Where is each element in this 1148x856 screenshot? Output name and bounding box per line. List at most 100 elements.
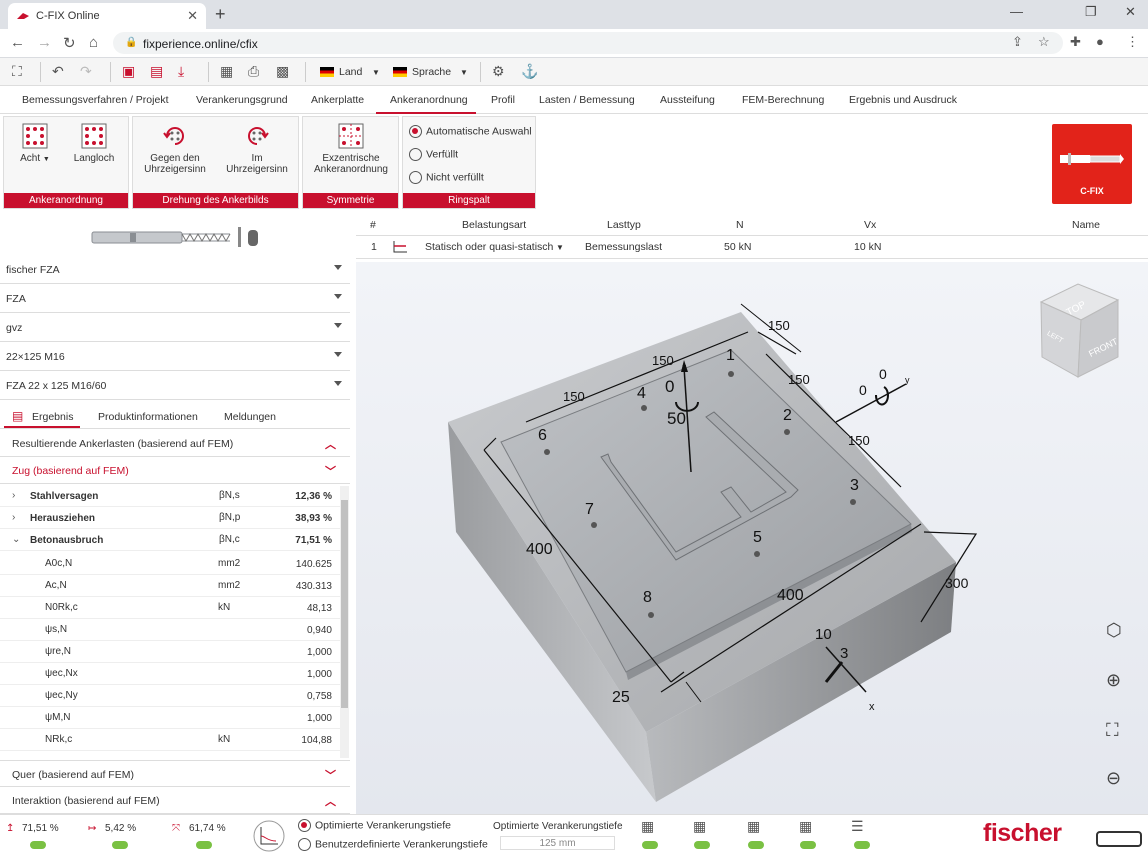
menu-bemessungsverfahren[interactable]: Bemessungsverfahren / Projekt <box>22 94 169 106</box>
dropdown-product-family[interactable]: fischer FZA <box>0 255 350 284</box>
detail-symbol: Ac,N <box>45 580 67 591</box>
result-beta: βN,s <box>219 490 240 501</box>
radio-automatische-auswahl[interactable]: Automatische Auswahl <box>409 125 532 138</box>
dropdown-value: FZA <box>6 293 26 305</box>
minimize-icon[interactable]: — <box>1010 4 1023 19</box>
results-scrollbar[interactable] <box>340 486 349 758</box>
fullscreen-icon[interactable]: ⛶ <box>12 63 22 80</box>
load-row-belastungsart[interactable]: Statisch oder quasi-statisch <box>425 241 553 253</box>
tab-produktinformationen[interactable]: Produktinformationen <box>98 411 198 423</box>
forward-icon[interactable]: → <box>37 34 52 51</box>
zoom-out-icon[interactable]: ⊖ <box>1106 768 1121 789</box>
download-icon[interactable]: ⤓ <box>178 63 184 80</box>
undo-icon[interactable]: ↶ <box>52 63 64 80</box>
close-window-icon[interactable]: ✕ <box>1125 4 1136 20</box>
menu-ergebnis-ausdruck[interactable]: Ergebnis und Ausdruck <box>849 94 957 106</box>
load-curve-icon[interactable] <box>252 819 286 853</box>
menu-aussteifung[interactable]: Aussteifung <box>660 94 715 106</box>
chevron-down-icon[interactable]: ▼ <box>556 243 564 252</box>
rotate-clockwise-icon <box>248 127 269 145</box>
restore-icon[interactable]: ❐ <box>1085 4 1097 20</box>
scrollbar-thumb[interactable] <box>341 500 348 708</box>
menu-ankerplatte[interactable]: Ankerplatte <box>311 94 364 106</box>
section-interaktion[interactable]: Interaktion (basierend auf FEM) ︿ <box>0 787 350 814</box>
dropdown-size[interactable]: 22×125 M16 <box>0 342 350 371</box>
active-menu-indicator <box>376 112 476 114</box>
navigation-cube[interactable]: TOP FRONT LEFT <box>1039 283 1120 378</box>
force-label: 3 <box>840 645 848 662</box>
menu-profil[interactable]: Profil <box>491 94 515 106</box>
bookmark-star-icon[interactable]: ☆ <box>1038 34 1050 50</box>
anchor-layout-check-icon: ▦ <box>641 818 655 834</box>
detail-row: A0c,N mm2 140.625 <box>0 553 340 575</box>
new-tab-icon[interactable]: + <box>215 4 226 25</box>
profile-icon[interactable]: ● <box>1096 34 1104 49</box>
langloch-button[interactable]: Langloch <box>66 123 122 164</box>
result-row-stahlversagen[interactable]: › Stahlversagen βN,s 12,36 % <box>0 485 340 507</box>
rotate-ccw-button[interactable]: Gegen den Uhrzeigersinn <box>139 123 211 175</box>
tab-ergebnis[interactable]: Ergebnis <box>32 411 73 423</box>
anchor-number: 3 <box>850 477 859 494</box>
dropdown-material[interactable]: gvz <box>0 313 350 342</box>
tab-meldungen[interactable]: Meldungen <box>224 411 276 423</box>
close-tab-icon[interactable]: ✕ <box>187 8 198 24</box>
3d-viewport[interactable]: 1 2 3 4 5 6 7 8 150 150 150 150 150 400 … <box>356 262 1148 814</box>
result-row-betonausbruch[interactable]: ⌄ Betonausbruch βN,c 71,51 % <box>0 529 340 551</box>
detail-unit: kN <box>218 602 231 613</box>
land-select[interactable]: Land <box>339 66 362 78</box>
dimension-label: 400 <box>777 587 804 604</box>
rotate-cw-button[interactable]: Im Uhrzeigersinn <box>221 123 293 175</box>
dropdown-product-type[interactable]: FZA <box>0 284 350 313</box>
menu-fem-berechnung[interactable]: FEM-Berechnung <box>742 94 824 106</box>
browser-tab[interactable]: C-FIX Online ✕ <box>8 3 206 29</box>
view-3d-reset-icon[interactable]: ⬡ <box>1106 620 1122 641</box>
anchor-number: 5 <box>753 529 762 546</box>
detail-value: 1,000 <box>306 669 332 680</box>
depth-value-field[interactable]: 125 mm <box>500 836 615 850</box>
reload-icon[interactable]: ↻ <box>63 34 76 52</box>
chevron-down-icon[interactable]: ▼ <box>372 68 380 77</box>
exzentrische-ankeranordnung-button[interactable]: Exzentrische Ankeranordnung <box>309 123 393 175</box>
sprache-select[interactable]: Sprache <box>412 66 451 78</box>
load-row-vx[interactable]: 10 kN <box>854 241 881 253</box>
radio-label: Nicht verfüllt <box>426 171 484 184</box>
radio-verfuellt[interactable]: Verfüllt <box>409 148 458 161</box>
url-field[interactable]: 🔒 fixperience.online/cfix <box>113 32 1063 54</box>
menu-lasten-bemessung[interactable]: Lasten / Bemessung <box>539 94 635 106</box>
section-quer[interactable]: Quer (basierend auf FEM) ﹀ <box>0 760 350 787</box>
zoom-in-icon[interactable]: ⊕ <box>1106 670 1121 691</box>
ribbon-group-drehung: Gegen den Uhrzeigersinn Im Uhrzeigersinn D… <box>132 116 299 209</box>
radio-optimierte-verankerungstiefe[interactable]: Optimierte Verankerungstiefe <box>298 819 451 832</box>
film-icon[interactable]: ▩ <box>276 63 289 80</box>
radio-benutzerdefinierte-verankerungstiefe[interactable]: Benutzerdefinierte Verankerungstiefe <box>298 838 488 851</box>
open-project-icon[interactable]: ▤ <box>150 63 163 80</box>
print-icon[interactable]: ⎙ <box>248 63 259 80</box>
check-ok-icon <box>694 841 710 849</box>
chevron-down-icon[interactable]: ▼ <box>460 68 468 77</box>
menu-ankeranordnung[interactable]: Ankeranordnung <box>390 94 468 106</box>
load-row-n[interactable]: 50 kN <box>724 241 751 253</box>
back-icon[interactable]: ← <box>10 34 25 51</box>
toolbar-divider <box>110 62 111 82</box>
redo-icon[interactable]: ↷ <box>80 63 92 80</box>
menu-verankerungsgrund[interactable]: Verankerungsgrund <box>196 94 288 106</box>
detail-row: ψM,N 1,000 <box>0 707 340 729</box>
browser-menu-icon[interactable]: ⋮ <box>1126 34 1139 50</box>
new-project-icon[interactable]: ▣ <box>122 63 135 80</box>
calculator-icon[interactable]: ▦ <box>220 63 233 80</box>
home-icon[interactable]: ⌂ <box>89 34 98 51</box>
y-axis-line <box>835 383 907 423</box>
result-row-herausziehen[interactable]: › Herausziehen βN,p 38,93 % <box>0 507 340 529</box>
section-zug[interactable]: Zug (basierend auf FEM) ﹀ <box>0 457 350 484</box>
extensions-icon[interactable]: ✚ <box>1070 34 1081 50</box>
fit-view-icon[interactable]: ⛶ <box>1106 720 1119 741</box>
share-icon[interactable]: ⇪ <box>1012 34 1023 50</box>
anchor-icon[interactable]: ⚓ <box>521 63 538 80</box>
interaction-icon: ⤧ <box>172 823 180 834</box>
section-resultierende-ankerlasten[interactable]: Resultierende Ankerlasten (basierend auf… <box>0 430 350 457</box>
column-header-belastungsart: Belastungsart <box>462 219 527 231</box>
dropdown-article[interactable]: FZA 22 x 125 M16/60 <box>0 371 350 400</box>
acht-button[interactable]: Acht ▼ <box>12 123 58 165</box>
settings-gear-icon[interactable]: ⚙ <box>492 63 505 80</box>
radio-nicht-verfuellt[interactable]: Nicht verfüllt <box>409 171 484 184</box>
